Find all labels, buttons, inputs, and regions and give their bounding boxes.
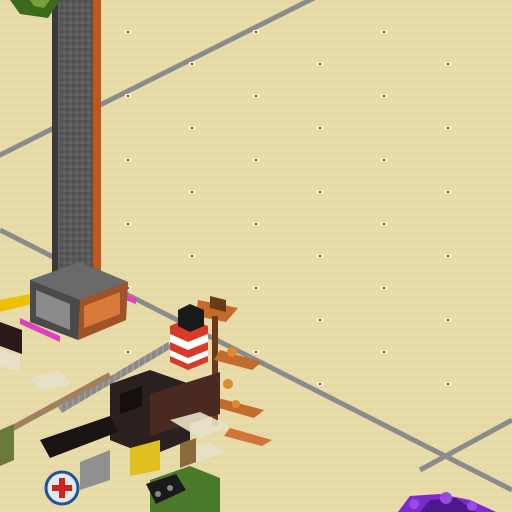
dark-block-left xyxy=(0,322,22,372)
ground-marker-dot xyxy=(383,351,385,353)
ground-marker-dot xyxy=(127,223,129,225)
ground-marker-dot xyxy=(191,191,193,193)
ground-marker-dot xyxy=(319,319,321,321)
ground-marker-dot xyxy=(447,191,449,193)
ground-marker-dot xyxy=(383,159,385,161)
ground-marker-dot xyxy=(255,95,257,97)
ground-marker-dot xyxy=(447,319,449,321)
ground-marker-dot xyxy=(447,63,449,65)
ground-marker-dot xyxy=(447,255,449,257)
game-viewport[interactable] xyxy=(0,0,512,512)
world-canvas[interactable] xyxy=(0,0,512,512)
ground-marker-dot xyxy=(255,287,257,289)
ground-marker-dot xyxy=(447,383,449,385)
ground-marker-dot xyxy=(127,31,129,33)
ground-marker-dot xyxy=(383,31,385,33)
ground-marker-dot xyxy=(127,351,129,353)
first-aid-sign[interactable] xyxy=(44,470,80,506)
ground-marker-dot xyxy=(383,223,385,225)
ground-marker-dot xyxy=(319,127,321,129)
ground-marker-dot xyxy=(127,95,129,97)
ground-marker-dot xyxy=(319,191,321,193)
ground-marker-dot xyxy=(255,31,257,33)
ground-marker-dot xyxy=(255,351,257,353)
ground-marker-dot xyxy=(255,159,257,161)
ground-marker-dot xyxy=(127,159,129,161)
ground-marker-dot xyxy=(383,287,385,289)
ground-marker-dot xyxy=(319,383,321,385)
ground-marker-dot xyxy=(255,223,257,225)
ground-marker-dot xyxy=(191,255,193,257)
ground-marker-dot xyxy=(383,95,385,97)
ground-marker-dot xyxy=(447,127,449,129)
ground-marker-dot xyxy=(191,63,193,65)
ground-marker-dot xyxy=(319,255,321,257)
ground-marker-dot xyxy=(191,127,193,129)
ground-marker-dot xyxy=(319,63,321,65)
